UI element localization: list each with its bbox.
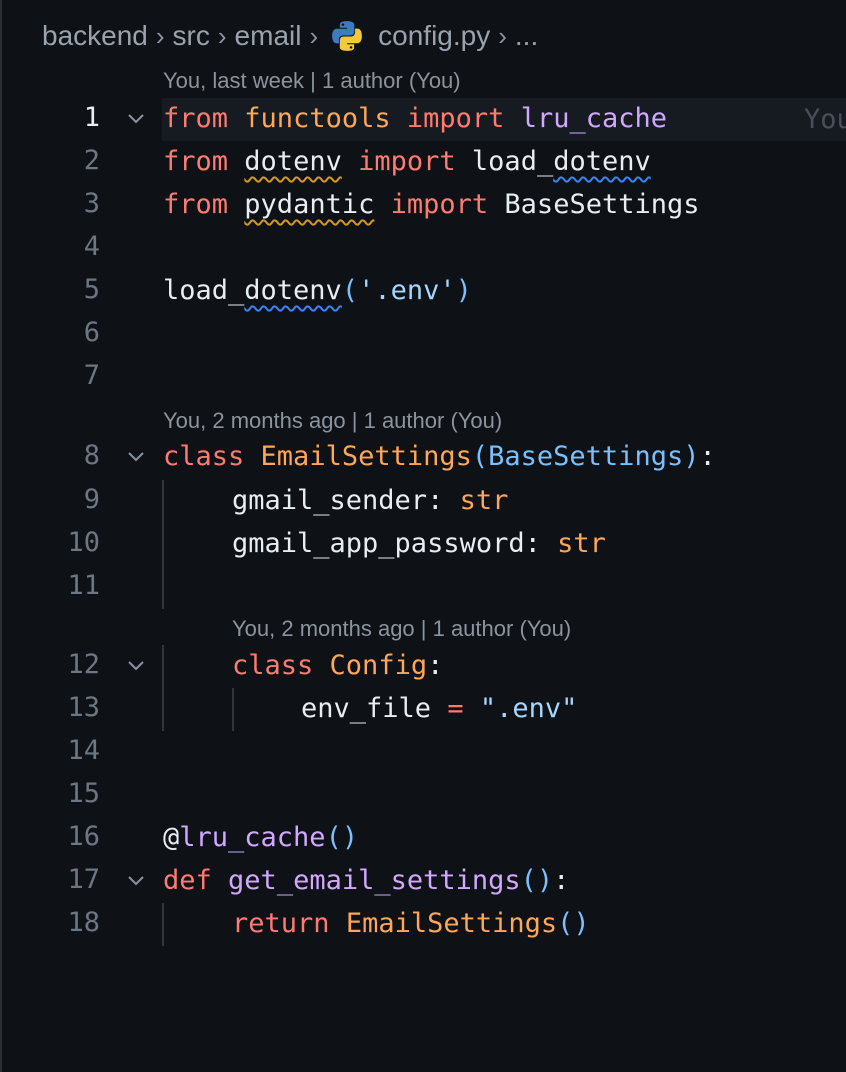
line-number: 4: [83, 231, 100, 262]
code-line[interactable]: 13 env_file = ".env": [2, 688, 846, 731]
python-icon: [332, 21, 363, 51]
code-text: class EmailSettings(BaseSettings):: [163, 441, 716, 472]
line-number: 9: [83, 484, 100, 515]
code-line[interactable]: 17 def get_email_settings():: [2, 860, 846, 903]
line-number: 2: [83, 145, 100, 176]
chevron-down-icon[interactable]: [122, 442, 150, 470]
code-line[interactable]: 1 from functools import lru_cache: [2, 98, 846, 141]
line-number: 11: [67, 570, 100, 601]
line-number: 1: [83, 102, 100, 133]
line-number: 12: [67, 649, 100, 680]
code-text: from functools import lru_cache: [163, 103, 667, 134]
code-line[interactable]: 2 from dotenv import load_dotenv: [2, 141, 846, 184]
code-text: from dotenv import load_dotenv: [163, 146, 651, 177]
chevron-down-icon[interactable]: [122, 866, 150, 894]
code-line[interactable]: 8 class EmailSettings(BaseSettings):: [2, 436, 846, 479]
code-text: load_dotenv('.env'): [163, 275, 472, 306]
code-line[interactable]: 10 gmail_app_password: str: [2, 523, 846, 566]
code-line[interactable]: 4: [2, 227, 846, 270]
code-text: @lru_cache(): [163, 822, 359, 853]
chevron-right-icon: ›: [498, 20, 507, 51]
code-editor[interactable]: backend › src › email › config.py › ... …: [0, 0, 846, 1072]
chevron-right-icon: ›: [309, 20, 319, 51]
line-number: 5: [83, 274, 100, 305]
breadcrumb-more[interactable]: ...: [515, 20, 538, 52]
line-number: 8: [83, 440, 100, 471]
code-line[interactable]: 9 gmail_sender: str: [2, 480, 846, 523]
line-number: 13: [67, 692, 100, 723]
code-text: gmail_app_password: str: [232, 528, 606, 559]
code-line[interactable]: 14: [2, 731, 846, 774]
line-number: 18: [67, 907, 100, 938]
chevron-right-icon: ›: [217, 20, 227, 51]
code-line[interactable]: 6: [2, 313, 846, 356]
code-text: env_file = ".env": [301, 693, 578, 724]
code-line[interactable]: 16 @lru_cache(): [2, 817, 846, 860]
breadcrumb-item-email[interactable]: email: [235, 20, 302, 52]
blame-annotation[interactable]: You, 2 months ago | 1 author (You): [232, 616, 571, 642]
code-text: from pydantic import BaseSettings: [163, 189, 700, 220]
line-number: 14: [67, 735, 100, 766]
line-number: 3: [83, 188, 100, 219]
code-line[interactable]: 7: [2, 356, 846, 399]
inline-blame[interactable]: You: [804, 98, 846, 141]
code-text: def get_email_settings():: [163, 865, 570, 896]
code-text: gmail_sender: str: [232, 485, 509, 516]
chevron-down-icon[interactable]: [122, 651, 150, 679]
breadcrumb-item-src[interactable]: src: [173, 20, 210, 52]
blame-annotation[interactable]: You, last week | 1 author (You): [163, 68, 461, 94]
breadcrumb-item-backend[interactable]: backend: [42, 20, 148, 52]
code-line[interactable]: 5 load_dotenv('.env'): [2, 270, 846, 313]
line-number: 16: [67, 821, 100, 852]
blame-annotation[interactable]: You, 2 months ago | 1 author (You): [163, 408, 502, 434]
code-text: return EmailSettings(): [232, 908, 590, 939]
line-number: 7: [83, 360, 100, 391]
line-number: 6: [83, 317, 100, 348]
code-text: class Config:: [232, 650, 444, 681]
chevron-down-icon[interactable]: [122, 104, 150, 132]
line-number: 15: [67, 778, 100, 809]
line-number: 10: [67, 527, 100, 558]
breadcrumb-file[interactable]: config.py: [378, 20, 490, 52]
breadcrumb: backend › src › email › config.py › ...: [42, 14, 538, 58]
code-line[interactable]: 3 from pydantic import BaseSettings: [2, 184, 846, 227]
code-line[interactable]: 12 class Config:: [2, 645, 846, 688]
code-line[interactable]: 15: [2, 774, 846, 817]
code-line[interactable]: 11: [2, 566, 846, 609]
code-line[interactable]: 18 return EmailSettings(): [2, 903, 846, 946]
line-number: 17: [67, 864, 100, 895]
chevron-right-icon: ›: [155, 20, 165, 51]
